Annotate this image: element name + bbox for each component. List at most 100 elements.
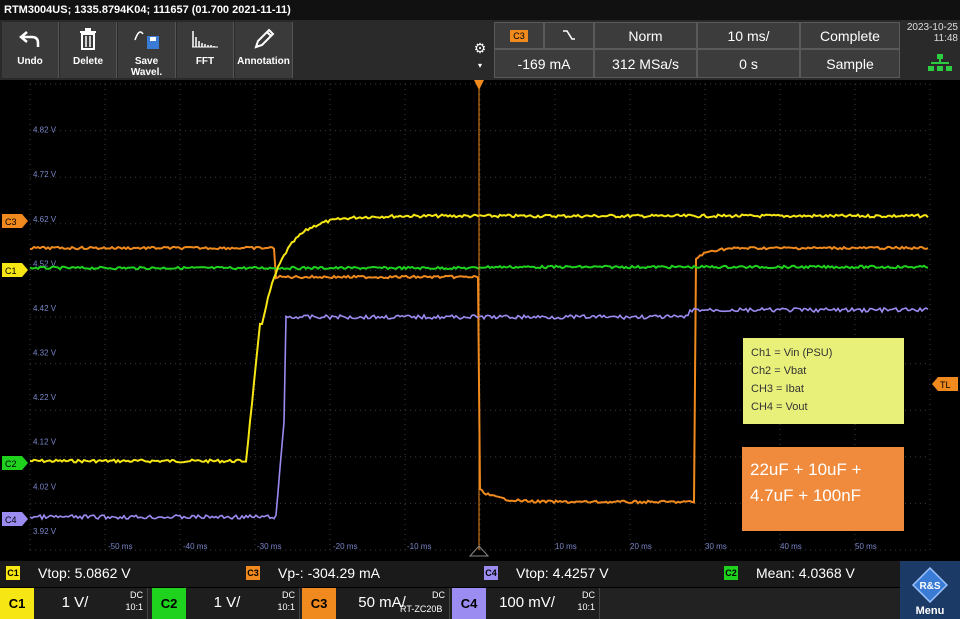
c4-level-marker[interactable]: C4 [2,512,28,526]
x-axis-label: 20 ms [630,542,652,551]
trigger-mode-cell[interactable]: Norm [594,22,697,49]
c1-level-marker[interactable]: C1 [2,263,28,277]
svg-text:R&S: R&S [919,581,940,592]
x-axis-labels: -50 ms -40 ms -30 ms -20 ms -10 ms 10 ms 20 ms… [108,542,877,551]
fft-icon [177,22,233,56]
fft-label: FFT [195,56,215,67]
svg-text:C1: C1 [5,266,17,276]
channel-tag: C1 [0,588,34,619]
network-icon [928,54,952,72]
measurement-value: Mean: 4.0368 V [756,565,855,581]
measurement-c4[interactable]: C4 Vtop: 4.4257 V [484,565,609,581]
measurement-value: Vtop: 5.0862 V [38,565,131,581]
x-axis-label: 50 ms [855,542,877,551]
channel-bar: C1 1 V/ DC 10:1 C2 1 V/ DC 10:1 C3 50 mA/ … [0,588,900,619]
save-waveform-button[interactable]: Save Wavel. [118,22,176,78]
measurement-c1[interactable]: C1 Vtop: 5.0862 V [6,565,131,581]
date-time: 2023-10-25 11:48 [902,22,958,46]
dropdown-arrow-icon: ▾ [477,61,482,70]
measurement-value: Vp-: -304.29 mA [278,565,380,581]
x-axis-label: 40 ms [780,542,802,551]
legend-line: CH4 = Vout [751,401,808,413]
legend-line: Ch2 = Vbat [751,365,807,377]
x-axis-label: -10 ms [407,542,431,551]
delete-label: Delete [72,56,103,67]
channel-c4-setup[interactable]: C4 100 mV/ DC 10:1 [452,588,600,619]
y-axis-labels: 4.82 V4.72 V4.62 V4.52 V4.42 V4.32 V4.22… [33,126,57,536]
trash-icon [60,22,116,56]
channel-c1-setup[interactable]: C1 1 V/ DC 10:1 [0,588,148,619]
settings-gear-button[interactable]: ⚙ ▾ [470,22,490,80]
gear-icon: ⚙ [473,40,487,56]
capacitor-line-1: 22uF + 10uF + [750,460,862,479]
trigger-source-cell[interactable]: C3 [494,22,544,49]
measurement-channel-badge: C1 [6,566,20,580]
svg-text:TL: TL [940,380,951,390]
rs-logo-icon: R&S [900,561,960,608]
channel-c3-setup[interactable]: C3 50 mA/ RT-ZC20B DC [302,588,450,619]
c3-level-marker[interactable]: C3 [2,214,28,228]
channel-tag: C3 [302,588,336,619]
svg-text:C3: C3 [5,217,17,227]
channel-scale: 100 mV/ [499,594,555,611]
annotation-label: Annotation [237,56,290,67]
y-axis-label: 4.32 V [33,349,57,358]
channel-coupling-probe: DC [432,590,445,600]
undo-label: Undo [17,56,43,67]
measurement-c2[interactable]: C2 Mean: 4.0368 V [724,565,855,581]
menu-label: Menu [915,605,945,617]
x-axis-label: 10 ms [555,542,577,551]
trigger-level-cell[interactable]: -169 mA [494,49,594,78]
pencil-icon [235,22,292,56]
time-text: 11:48 [933,33,958,44]
y-axis-label: 4.22 V [33,393,57,402]
y-axis-label: 4.42 V [33,304,57,313]
date-text: 2023-10-25 [906,22,958,33]
channel-probe-name: RT-ZC20B [400,604,443,614]
y-axis-label: 3.92 V [33,527,57,536]
fft-button[interactable]: FFT [177,22,234,78]
trigger-slope-cell[interactable] [544,22,594,49]
falling-slope-icon [562,28,576,44]
x-axis-label: -50 ms [108,542,132,551]
measurement-channel-badge: C3 [246,566,260,580]
y-axis-label: 4.12 V [33,438,57,447]
c2-level-marker[interactable]: C2 [2,456,28,470]
capacitor-line-2: 4.7uF + 100nF [750,486,862,505]
measurement-channel-badge: C4 [484,566,498,580]
channel-coupling-probe: DC 10:1 [125,590,143,612]
save-waveform-icon [118,22,175,56]
channel-coupling-probe: DC 10:1 [577,590,595,612]
channel-tag: C4 [452,588,486,619]
svg-text:C2: C2 [5,459,17,469]
trigger-level-marker[interactable]: TL [932,377,958,391]
channel-legend-note: Ch1 = Vin (PSU) Ch2 = Vbat CH3 = Ibat CH… [743,338,904,424]
measurement-channel-badge: C2 [724,566,738,580]
svg-text:C4: C4 [5,515,17,525]
menu-button[interactable]: R&S Menu [900,561,960,619]
timebase-cell[interactable]: 10 ms/ [697,22,800,49]
x-axis-label: -20 ms [333,542,357,551]
annotation-button[interactable]: Annotation [235,22,293,78]
undo-icon [2,22,58,56]
acquisition-mode-cell[interactable]: Sample [800,49,900,78]
channel-scale: 1 V/ [61,594,89,611]
acquisition-status-cell[interactable]: Complete [800,22,900,49]
y-axis-label: 4.62 V [33,215,57,224]
y-axis-label: 4.72 V [33,170,57,179]
delete-button[interactable]: Delete [60,22,117,78]
measurement-c3[interactable]: C3 Vp-: -304.29 mA [246,565,380,581]
x-axis-label: 30 ms [705,542,727,551]
sample-rate-cell[interactable]: 312 MSa/s [594,49,697,78]
time-offset-cell[interactable]: 0 s [697,49,800,78]
window-title: RTM3004US; 1335.8794K04; 111657 (01.700 … [0,0,960,20]
trigger-position-marker[interactable] [474,80,484,90]
undo-button[interactable]: Undo [2,22,59,78]
save-waveform-label: Save Wavel. [130,56,163,78]
channel-scale: 1 V/ [213,594,241,611]
y-axis-label: 4.02 V [33,482,57,491]
measurement-bar: C1 Vtop: 5.0862 V C3 Vp-: -304.29 mA C4 … [0,561,900,587]
measurement-value: Vtop: 4.4257 V [516,565,609,581]
legend-line: Ch1 = Vin (PSU) [751,347,833,359]
channel-c2-setup[interactable]: C2 1 V/ DC 10:1 [152,588,300,619]
